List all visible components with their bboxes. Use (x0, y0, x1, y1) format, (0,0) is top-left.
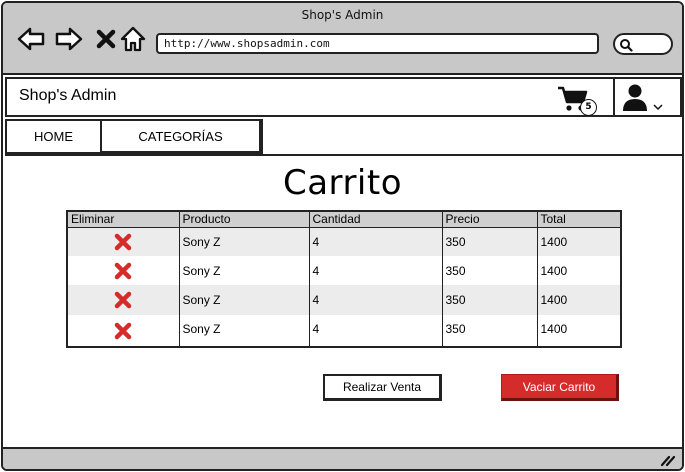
cell-total: 1400 (536, 314, 621, 347)
column-header-total: Total (536, 211, 621, 228)
table-row: Sony Z 4 350 1400 (66, 314, 621, 347)
column-header-producto: Producto (178, 211, 309, 228)
url-bar[interactable]: http://www.shopsadmin.com (156, 33, 599, 54)
delete-cell (66, 227, 179, 257)
user-menu[interactable] (621, 83, 671, 113)
home-icon[interactable] (119, 25, 147, 53)
column-header-precio: Precio (441, 211, 537, 228)
table-row: Sony Z 4 350 1400 (66, 227, 621, 257)
search-icon (620, 39, 633, 52)
cell-total: 1400 (536, 256, 621, 286)
cell-precio: 350 (441, 314, 537, 347)
cart-button[interactable]: 5 (557, 85, 597, 116)
browser-window: Shop's Admin http://www.shopsadmin.com S… (1, 1, 684, 471)
chevron-down-icon (653, 104, 663, 111)
cell-cantidad: 4 (308, 314, 442, 347)
column-header-eliminar: Eliminar (66, 211, 179, 228)
tab-home[interactable]: HOME (5, 119, 102, 154)
browser-chrome: Shop's Admin http://www.shopsadmin.com (3, 3, 682, 75)
app-header: Shop's Admin 5 (5, 77, 682, 117)
page-title: Carrito (282, 163, 402, 203)
delete-x-icon[interactable] (114, 262, 132, 280)
table-row: Sony Z 4 350 1400 (66, 256, 621, 286)
search-button[interactable] (613, 33, 673, 55)
nav-tabs: HOME CATEGORÍAS (5, 119, 263, 155)
cell-precio: 350 (441, 227, 537, 257)
header-divider (613, 79, 615, 115)
cart-table: Eliminar Producto Cantidad Precio Total … (66, 210, 622, 348)
cell-producto: Sony Z (178, 285, 309, 315)
status-bar (3, 447, 682, 469)
cell-total: 1400 (536, 227, 621, 257)
cell-producto: Sony Z (178, 256, 309, 286)
delete-x-icon[interactable] (114, 291, 132, 309)
vaciar-carrito-button[interactable]: Vaciar Carrito (501, 374, 619, 401)
tab-categorias[interactable]: CATEGORÍAS (102, 119, 263, 154)
cell-cantidad: 4 (308, 256, 442, 286)
cell-cantidad: 4 (308, 285, 442, 315)
user-icon (623, 84, 647, 111)
delete-x-icon[interactable] (114, 233, 132, 251)
cell-producto: Sony Z (178, 227, 309, 257)
cell-precio: 350 (441, 256, 537, 286)
cell-precio: 350 (441, 285, 537, 315)
resize-grip-icon[interactable] (660, 453, 676, 467)
back-arrow-icon[interactable] (17, 25, 45, 53)
window-title: Shop's Admin (301, 8, 384, 22)
realizar-venta-button[interactable]: Realizar Venta (323, 374, 442, 401)
delete-cell (66, 285, 179, 315)
cell-cantidad: 4 (308, 227, 442, 257)
nav-underline (5, 154, 682, 156)
app-title: Shop's Admin (19, 87, 117, 104)
cell-total: 1400 (536, 285, 621, 315)
forward-arrow-icon[interactable] (55, 25, 83, 53)
delete-cell (66, 314, 179, 347)
table-row: Sony Z 4 350 1400 (66, 285, 621, 315)
cell-producto: Sony Z (178, 314, 309, 347)
close-icon[interactable] (92, 25, 116, 53)
delete-x-icon[interactable] (114, 322, 132, 340)
delete-cell (66, 256, 179, 286)
table-header-row: Eliminar Producto Cantidad Precio Total (66, 211, 621, 228)
column-header-cantidad: Cantidad (308, 211, 442, 228)
cart-count-badge: 5 (580, 99, 597, 116)
